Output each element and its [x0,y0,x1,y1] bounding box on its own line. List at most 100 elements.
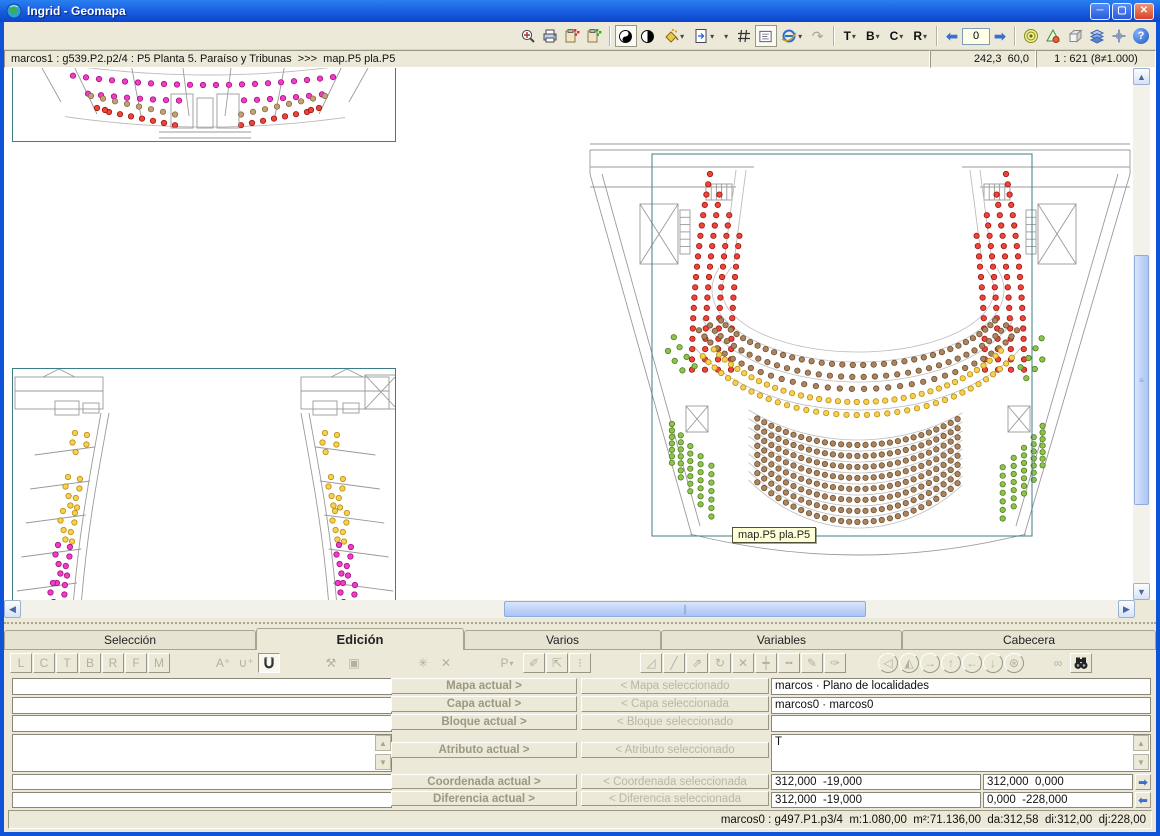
scroll-right-button[interactable]: ▶ [1118,600,1135,618]
attribute-input-scroll-up[interactable]: ▲ [375,735,391,751]
block-selected-button[interactable]: < Bloque seleccionado [581,714,769,730]
title-bar: Ingrid - Geomapa ─ ▢ ✕ [0,0,1160,22]
viewport-frame-top-left [12,68,396,142]
coordinate-input[interactable] [12,774,392,790]
page-layout-dropdown[interactable]: ▾ [689,25,719,47]
zoom-extents-button[interactable] [517,25,539,47]
layer-actual-button[interactable]: Capa actual > [391,696,577,712]
scroll-left-button[interactable]: ◀ [4,600,21,618]
vertical-scroll-thumb[interactable]: ≡ [1134,255,1149,505]
layers-icon [1089,28,1105,44]
browser-dropdown[interactable]: ▾ [777,25,807,47]
block-input[interactable] [12,715,392,732]
main-toolbar: ▾ ▾ ▾ [4,22,1156,50]
block-actual-button[interactable]: Bloque actual > [391,714,577,730]
layer-value-field[interactable]: marcos0 · marcos0 [771,697,1151,714]
edit-form: ▲ ▼ Mapa actual > Capa actual > Bloque a… [4,628,1156,830]
maximize-button[interactable]: ▢ [1112,3,1132,20]
redo-button[interactable]: ↷ [807,25,829,47]
main-seating-plan [586,140,1134,556]
paste-special-green-button[interactable] [583,25,605,47]
horizontal-scrollbar[interactable]: ◀ ║ ▶ [4,600,1135,618]
contrast-icon [640,29,655,44]
previous-frame-button[interactable]: ⬅ [942,28,962,45]
text-dropdown[interactable]: T▾ [839,25,861,47]
map-input[interactable] [12,678,392,695]
block-value-field[interactable] [771,715,1151,732]
internet-explorer-icon [781,28,797,44]
layers-button[interactable] [1086,25,1108,47]
prism-button[interactable] [1042,25,1064,47]
attribute-input[interactable] [12,734,392,772]
layer-selected-button[interactable]: < Capa seleccionada [581,696,769,712]
scroll-up-button[interactable]: ▲ [1133,68,1150,85]
status-bar: marcos0 : g497.P1.p3/4 m:1.080,00 m²:71.… [8,810,1152,829]
region-dropdown[interactable]: R▾ [908,25,932,47]
plane-axes-button[interactable] [1108,25,1130,47]
plane-axes-icon [1111,28,1127,44]
app-window: Ingrid - Geomapa ─ ▢ ✕ [0,0,1160,836]
block-dropdown[interactable]: B▾ [861,25,885,47]
breadcrumb: marcos1 : g539.P2.p2/4 : P5 Planta 5. Pa… [4,50,930,68]
scale-readout: 1 : 621 (8≠1.000) [1036,50,1156,68]
close-button[interactable]: ✕ [1134,3,1154,20]
zoom-extents-icon [520,28,536,44]
contrast-button[interactable] [637,25,659,47]
layer-dropdown[interactable]: C▾ [885,25,909,47]
horizontal-scroll-thumb[interactable]: ║ [504,601,866,617]
paint-fill-icon [663,28,679,44]
minimize-button[interactable]: ─ [1090,3,1110,20]
seating-plan-detail-bottom [13,369,396,600]
difference-transfer-left-button[interactable]: ⬅ [1135,792,1151,808]
layer-input[interactable] [12,697,392,714]
viewport-label: map.P5 pla.P5 [732,527,816,543]
fill-style-dropdown[interactable]: ▾ [659,25,689,47]
coordinate-actual-button[interactable]: Coordenada actual > [391,774,577,789]
panel-splitter[interactable] [4,618,1156,628]
map-selected-button[interactable]: < Mapa seleccionado [581,678,769,694]
toolbar-separator [833,26,835,46]
cursor-coordinates: 242,3 60,0 [930,50,1036,68]
difference-actual-button[interactable]: Diferencia actual > [391,791,577,806]
vertical-scrollbar[interactable]: ▲ ≡ ▼ [1133,68,1150,600]
paste-special-red-button[interactable] [561,25,583,47]
viewport-frame-bottom-left [12,368,396,600]
attribute-actual-button[interactable]: Atributo actual > [391,742,577,758]
toolbar-separator [936,26,938,46]
coordinate-selected-button[interactable]: < Coordenada seleccionada [581,774,769,789]
map-actual-button[interactable]: Mapa actual > [391,678,577,694]
attribute-value-field[interactable]: T [771,734,1151,772]
paste-special-green-icon [586,28,602,44]
print-button[interactable] [539,25,561,47]
next-frame-button[interactable]: ➡ [990,28,1010,45]
invert-display-toggle[interactable] [615,25,637,47]
coordinate-transfer-right-button[interactable]: ➡ [1135,774,1151,790]
toolbar-separator [1014,26,1016,46]
difference-selected-field[interactable]: 0,000 -228,000 [983,792,1133,808]
help-icon: ? [1133,28,1149,44]
bottom-panel: Selección Edición Varios Variables Cabec… [4,628,1156,830]
difference-selected-button[interactable]: < Diferencia seleccionada [581,791,769,806]
attribute-value-scroll-up[interactable]: ▲ [1133,735,1149,751]
help-button[interactable]: ? [1130,25,1152,47]
window-title: Ingrid - Geomapa [27,4,126,18]
map-canvas[interactable]: map.P5 pla.P5 ▲ ≡ ▼ [4,68,1156,600]
redo-icon: ↷ [812,28,824,45]
scroll-down-button[interactable]: ▼ [1133,583,1150,600]
frame-counter-input[interactable] [962,28,990,45]
attribute-value-scroll-down[interactable]: ▼ [1133,754,1149,770]
solid-box-button[interactable] [1064,25,1086,47]
hatch-grid-button[interactable] [733,25,755,47]
attribute-input-scroll-down[interactable]: ▼ [375,754,391,770]
difference-current-field[interactable]: 312,000 -19,000 [771,792,981,808]
extra-dropdown[interactable]: ▾ [719,25,733,47]
box-3d-icon [1067,28,1083,44]
target-rings-button[interactable] [1020,25,1042,47]
map-value-field[interactable]: marcos · Plano de localidades [771,678,1151,695]
attribute-selected-button[interactable]: < Atributo seleccionado [581,742,769,758]
scrollbar-corner [1135,600,1156,618]
text-frame-toggle[interactable] [755,25,777,47]
coordinate-current-field[interactable]: 312,000 -19,000 [771,774,981,790]
coordinate-selected-field[interactable]: 312,000 0,000 [983,774,1133,790]
difference-input[interactable] [12,792,392,808]
